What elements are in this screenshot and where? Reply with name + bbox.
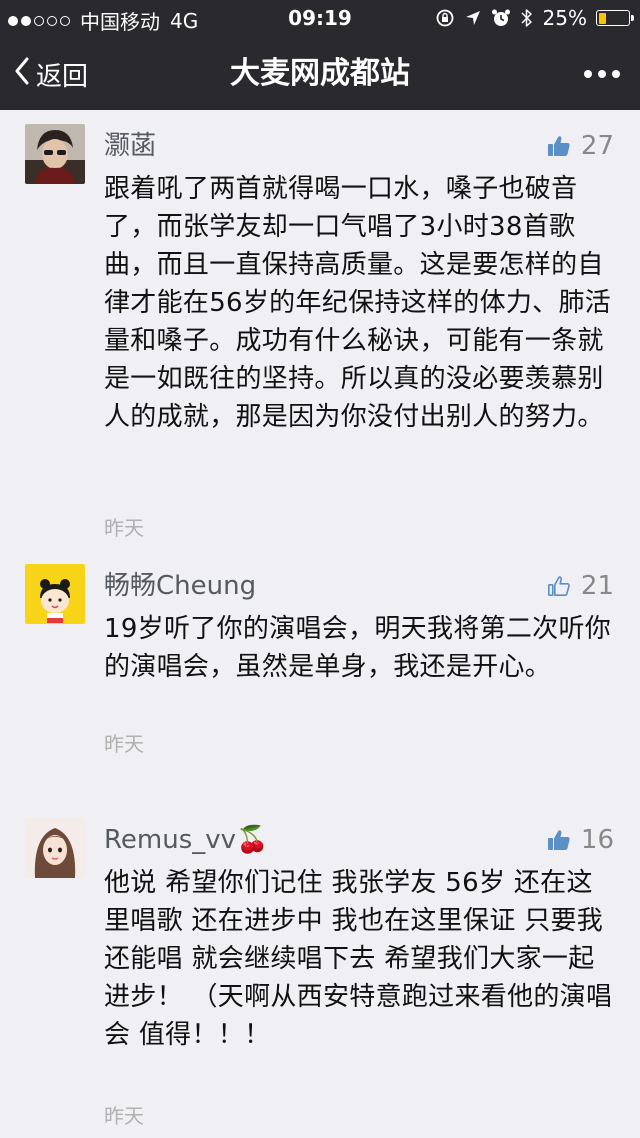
- status-right: 25%: [435, 6, 634, 30]
- comment-username[interactable]: 灏菡: [104, 128, 156, 164]
- alarm-icon: [491, 8, 511, 28]
- battery-level: [598, 12, 606, 24]
- like-count: 16: [580, 825, 614, 855]
- comment-username[interactable]: 畅畅Cheung: [104, 568, 256, 604]
- status-bar: 中国移动 4G 09:19 25%: [0, 0, 640, 38]
- comment-item: 灏菡 27 跟着吼了两首就得喝一口水，嗓子也破音了，而张学友却一口气唱了3小时3…: [0, 110, 640, 550]
- comment-time: 昨天: [104, 1104, 144, 1128]
- rotation-lock-icon: [435, 8, 455, 28]
- comment-text: 跟着吼了两首就得喝一口水，嗓子也破音了，而张学友却一口气唱了3小时38首歌曲，而…: [104, 174, 612, 432]
- comment-time: 昨天: [104, 516, 144, 540]
- like-button[interactable]: 16: [547, 822, 614, 858]
- location-arrow-icon: [464, 9, 482, 27]
- bluetooth-icon: [520, 8, 534, 28]
- battery-percent: 25%: [542, 6, 587, 30]
- comment-item: Remus_vv🍒 16 他说 希望你们记住 我张学友 56岁 还在这里唱歌 还…: [0, 804, 640, 1138]
- thumbs-up-icon: [547, 134, 571, 158]
- thumbs-up-outline-icon: [547, 574, 571, 598]
- thumbs-up-icon: [547, 828, 571, 852]
- navigation-bar: 返回 大麦网成都站: [0, 38, 640, 110]
- comment-list: 灏菡 27 跟着吼了两首就得喝一口水，嗓子也破音了，而张学友却一口气唱了3小时3…: [0, 110, 640, 1138]
- avatar[interactable]: [25, 124, 85, 184]
- comment-text: 19岁听了你的演唱会，明天我将第二次听你的演唱会，虽然是单身，我还是开心。: [104, 614, 612, 682]
- comment-text: 他说 希望你们记住 我张学友 56岁 还在这里唱歌 还在进步中 我也在这里保证 …: [104, 868, 613, 1050]
- more-options-button[interactable]: [584, 38, 620, 110]
- comment-time: 昨天: [104, 732, 144, 756]
- avatar[interactable]: [25, 564, 85, 624]
- battery-icon: [596, 10, 634, 26]
- like-button[interactable]: 21: [547, 568, 614, 604]
- comment-username[interactable]: Remus_vv🍒: [104, 822, 268, 858]
- comment-item: 畅畅Cheung 21 19岁听了你的演唱会，明天我将第二次听你的演唱会，虽然是…: [0, 550, 640, 804]
- like-count: 21: [580, 571, 614, 601]
- more-horizontal-icon: [584, 70, 592, 78]
- like-count: 27: [580, 131, 614, 161]
- page-title: 大麦网成都站: [230, 56, 410, 91]
- avatar[interactable]: [25, 818, 85, 878]
- like-button[interactable]: 27: [547, 128, 614, 164]
